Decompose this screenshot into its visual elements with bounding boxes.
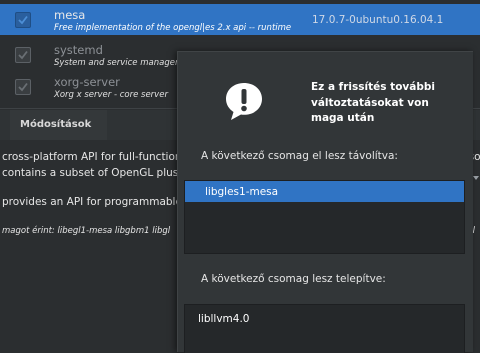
checkmark-icon bbox=[18, 82, 28, 92]
package-row-mesa[interactable]: mesa Free implementation of the opengl|e… bbox=[0, 4, 480, 35]
list-item-label: libllvm4.0 bbox=[198, 313, 250, 325]
removed-label: A következő csomag el lesz távolítva: bbox=[201, 150, 398, 162]
installed-list: libllvm4.0 bbox=[184, 304, 465, 353]
checkmark-icon bbox=[18, 15, 28, 25]
confirmation-dialog: Ez a frissítés további változtatásokat v… bbox=[177, 51, 473, 353]
details-text: cross-platform API for full-function bbox=[2, 151, 182, 163]
details-text: provides an API for programmable bbox=[2, 196, 182, 208]
package-name: systemd bbox=[54, 43, 103, 57]
list-item[interactable]: libllvm4.0 bbox=[185, 305, 464, 326]
installed-label: A következő csomag lesz telepítve: bbox=[201, 273, 386, 285]
package-checkbox[interactable] bbox=[15, 79, 31, 95]
tab-changes[interactable]: Módosítások bbox=[10, 110, 107, 140]
package-checkbox[interactable] bbox=[15, 47, 31, 63]
package-description: Xorg x server - core server bbox=[54, 90, 168, 100]
checkmark-icon bbox=[18, 50, 28, 60]
dialog-title: Ez a frissítés további változtatásokat v… bbox=[311, 81, 435, 124]
package-name: mesa bbox=[54, 8, 86, 22]
scroll-down-icon[interactable] bbox=[472, 174, 480, 182]
package-description: System and service manager bbox=[54, 58, 179, 68]
list-item[interactable]: libgles1-mesa bbox=[185, 181, 464, 202]
package-checkbox[interactable] bbox=[15, 12, 31, 28]
list-item-label: libgles1-mesa bbox=[205, 186, 279, 198]
details-text: contains a subset of OpenGL plus a bbox=[2, 167, 189, 179]
removed-list: libgles1-mesa bbox=[184, 180, 465, 254]
package-version: 17.0.7-0ubuntu0.16.04.1 bbox=[312, 14, 444, 26]
speech-bubble-warning-icon bbox=[226, 83, 262, 120]
package-description: Free implementation of the opengl|es 2.x… bbox=[54, 23, 292, 33]
package-name: xorg-server bbox=[54, 75, 120, 89]
tab-label: Módosítások bbox=[20, 119, 92, 130]
details-text: magot érint: libegl1-mesa libgbm1 libgl bbox=[2, 226, 171, 236]
